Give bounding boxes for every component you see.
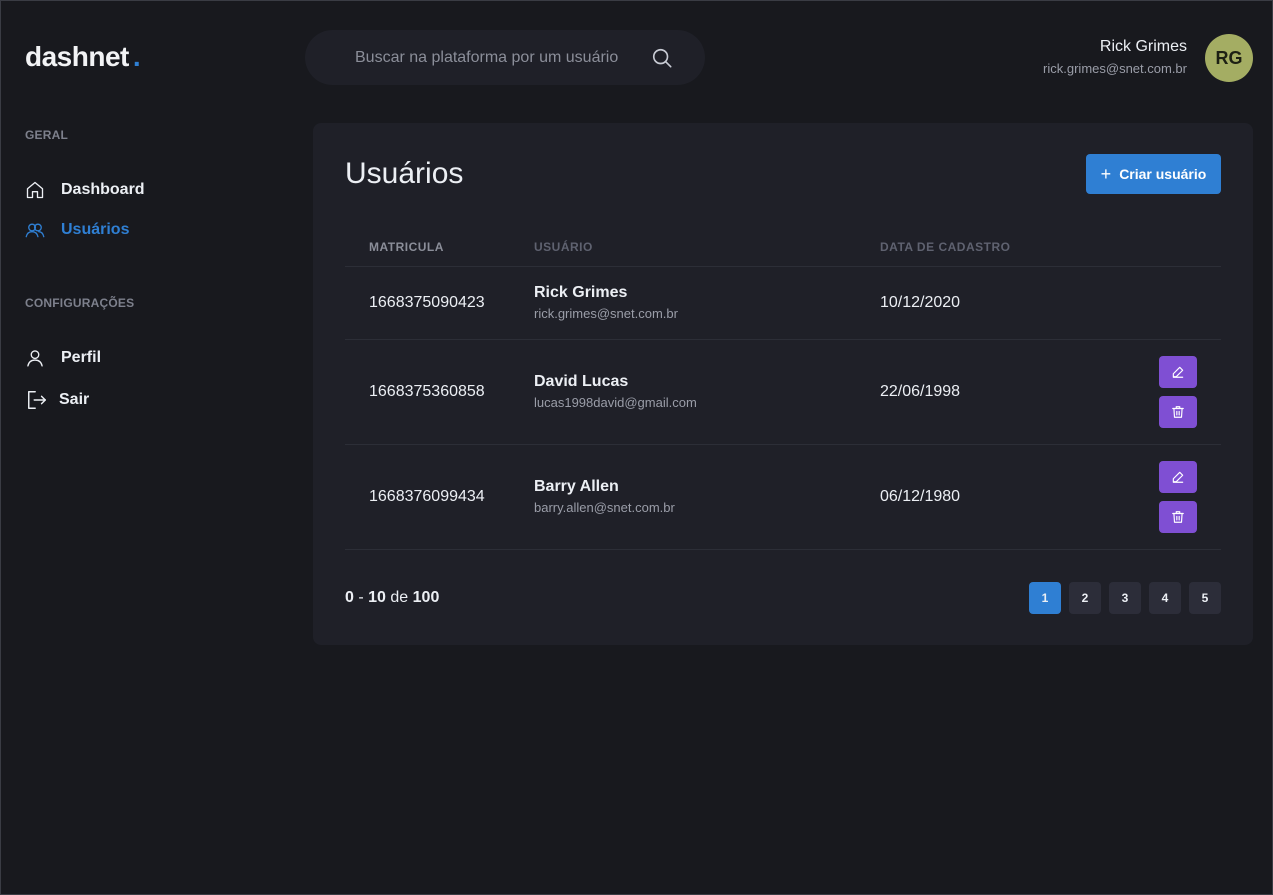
- brand-logo[interactable]: dashnet.: [25, 41, 141, 73]
- user-row-name: David Lucas: [534, 373, 629, 390]
- cell-date: 22/06/1998: [880, 383, 961, 400]
- page-button-3[interactable]: 3: [1109, 582, 1141, 614]
- sidebar-item-label: Perfil: [61, 349, 102, 366]
- user-row-email: rick.grimes@snet.com.br: [534, 306, 678, 321]
- sidebar-item-label: Dashboard: [61, 181, 145, 198]
- create-user-button[interactable]: + Criar usuário: [1086, 154, 1221, 194]
- edit-icon: [1172, 366, 1184, 378]
- page-button-2[interactable]: 2: [1069, 582, 1101, 614]
- create-user-label: Criar usuário: [1119, 166, 1207, 182]
- home-icon: [26, 181, 44, 199]
- avatar[interactable]: RG: [1205, 34, 1253, 82]
- user-row-email: lucas1998david@gmail.com: [534, 395, 697, 410]
- user-row-name: Rick Grimes: [534, 284, 628, 301]
- sidebar-item-sair[interactable]: Sair: [25, 389, 89, 411]
- user-icon: [27, 350, 43, 367]
- sidebar-section-configuracoes: CONFIGURAÇÕES: [25, 296, 135, 310]
- app-window: dashnet. Rick Grimes rick.grimes@snet.co…: [0, 0, 1273, 895]
- edit-button[interactable]: [1159, 461, 1197, 493]
- cell-date: 06/12/1980: [880, 488, 961, 505]
- search-input[interactable]: [353, 47, 651, 68]
- pagination: 1 2 3 4 5: [1029, 582, 1221, 614]
- cell-user: David Lucas lucas1998david@gmail.com: [534, 373, 697, 410]
- column-header-usuario: USUÁRIO: [534, 240, 593, 254]
- table-row: 1668376099434 Barry Allen barry.allen@sn…: [345, 445, 1221, 550]
- range-total: 100: [412, 589, 440, 606]
- page-title: Usuários: [345, 157, 464, 190]
- users-table: MATRICULA USUÁRIO DATA DE CADASTRO 16683…: [345, 223, 1221, 550]
- trash-icon: [1172, 511, 1184, 523]
- column-header-matricula: MATRICULA: [369, 240, 444, 254]
- user-row-email: barry.allen@snet.com.br: [534, 500, 675, 515]
- table-header: MATRICULA USUÁRIO DATA DE CADASTRO: [345, 223, 1221, 267]
- page-button-1[interactable]: 1: [1029, 582, 1061, 614]
- sidebar-item-perfil[interactable]: Perfil: [25, 348, 101, 368]
- brand-dot: .: [132, 41, 141, 72]
- range-of-label: de: [390, 589, 409, 606]
- range-end: 10: [368, 589, 386, 606]
- cell-matricula: 1668375090423: [369, 294, 485, 311]
- cell-date: 10/12/2020: [880, 294, 961, 311]
- page-button-4[interactable]: 4: [1149, 582, 1181, 614]
- column-header-data-cadastro: DATA DE CADASTRO: [880, 240, 1011, 254]
- trash-icon: [1172, 406, 1184, 418]
- cell-user: Rick Grimes rick.grimes@snet.com.br: [534, 284, 678, 321]
- users-icon: [25, 223, 45, 238]
- table-row: 1668375360858 David Lucas lucas1998david…: [345, 340, 1221, 445]
- page-button-5[interactable]: 5: [1189, 582, 1221, 614]
- plus-icon: +: [1100, 164, 1112, 184]
- delete-button[interactable]: [1159, 501, 1197, 533]
- sidebar-item-label: Sair: [59, 391, 90, 408]
- sidebar-item-label: Usuários: [61, 221, 130, 238]
- cell-matricula: 1668375360858: [369, 383, 485, 400]
- brand-name: dashnet: [25, 41, 129, 72]
- search-icon[interactable]: [651, 47, 673, 69]
- edit-button[interactable]: [1159, 356, 1197, 388]
- delete-button[interactable]: [1159, 396, 1197, 428]
- search-bar: [305, 30, 705, 85]
- user-row-name: Barry Allen: [534, 478, 619, 495]
- sidebar-section-geral: GERAL: [25, 128, 68, 142]
- cell-user: Barry Allen barry.allen@snet.com.br: [534, 478, 675, 515]
- table-row: 1668375090423 Rick Grimes rick.grimes@sn…: [345, 267, 1221, 340]
- cell-matricula: 1668376099434: [369, 488, 485, 505]
- edit-icon: [1172, 471, 1184, 483]
- logout-icon: [28, 391, 46, 409]
- user-name: Rick Grimes: [1099, 38, 1187, 55]
- sidebar-item-dashboard[interactable]: Dashboard: [25, 180, 145, 200]
- user-profile-info: Rick Grimes rick.grimes@snet.com.br: [1043, 38, 1187, 76]
- user-email: rick.grimes@snet.com.br: [1043, 61, 1187, 76]
- users-card: Usuários + Criar usuário MATRICULA USUÁR…: [313, 123, 1253, 645]
- sidebar-item-usuarios[interactable]: Usuários: [25, 220, 129, 240]
- range-start: 0: [345, 589, 354, 606]
- pagination-summary: 0 - 10 de 100: [345, 589, 440, 606]
